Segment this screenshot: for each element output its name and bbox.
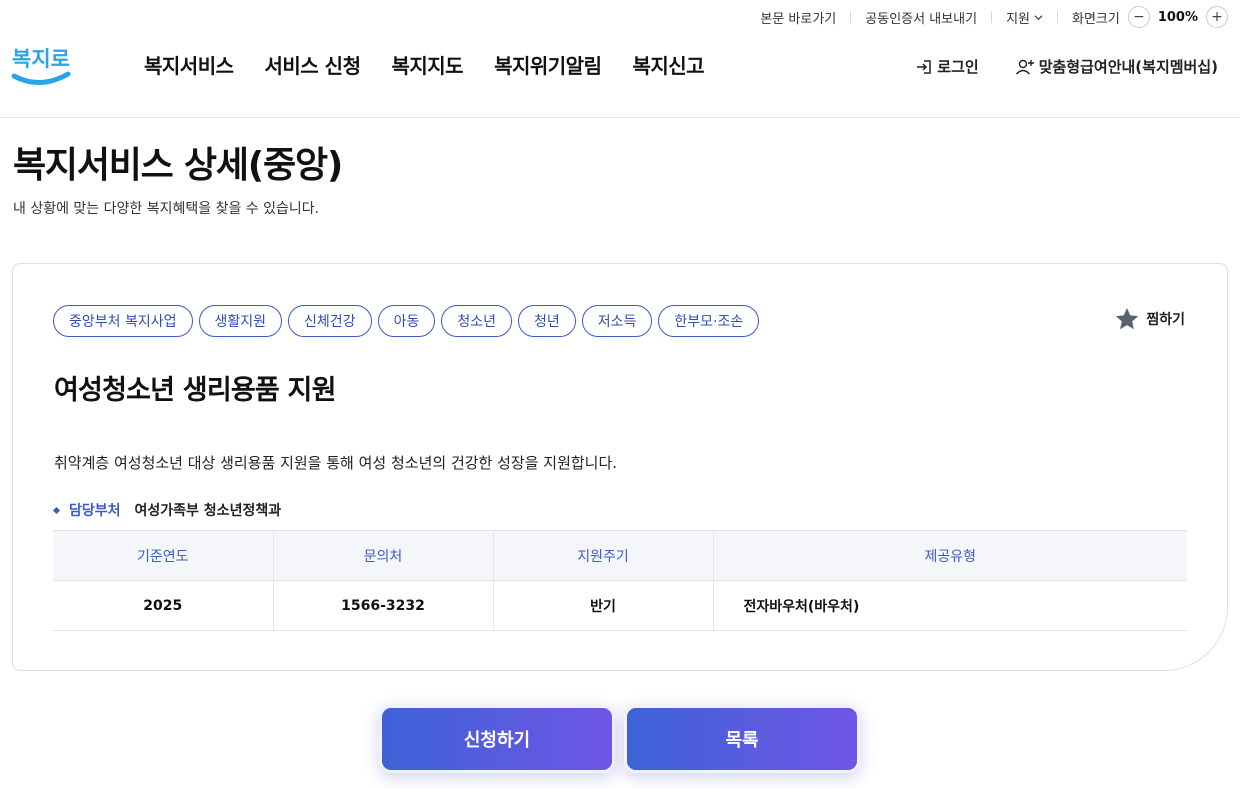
tag-list: 중앙부처 복지사업 생활지원 신체건강 아동 청소년 청년 저소득 한부모·조손 [53,305,760,337]
divider [850,11,852,23]
chevron-down-icon [1034,14,1043,20]
nav-welfare-services[interactable]: 복지서비스 [144,50,234,79]
tag-physical-health[interactable]: 신체건강 [288,305,372,337]
table-row: 2025 1566-3232 반기 전자바우처(바우처) [53,580,1187,631]
tag-child[interactable]: 아동 [377,305,436,337]
cell-contact: 1566-3232 [273,580,494,631]
support-label: 지원 [1006,11,1030,27]
membership-label: 맞춤형급여안내(복지멤버십) [1038,58,1218,76]
login-label: 로그인 [937,58,979,76]
utility-bar: 본문 바로가기 공동인증서 내보내기 지원 화면크기 − 100% + [760,0,1228,34]
header-actions: 로그인 맞춤형급여안내(복지멤버십) [915,56,1218,77]
service-info-table: 기준연도 문의처 지원주기 제공유형 2025 1566-3232 반기 전자바… [53,530,1187,631]
nav-crisis-alert[interactable]: 복지위기알림 [494,50,602,79]
nav-welfare-map[interactable]: 복지지도 [391,50,463,79]
service-title: 여성청소년 생리용품 지원 [54,375,336,406]
header-support-cycle: 지원주기 [493,530,714,581]
tag-single-parent[interactable]: 한부모·조손 [658,305,760,337]
header-provision-type: 제공유형 [713,530,1187,581]
divider [1056,11,1058,23]
cell-support-cycle: 반기 [493,580,714,631]
user-plus-icon [1015,59,1034,74]
tag-living-support[interactable]: 생활지원 [198,305,283,337]
header-base-year: 기준연도 [53,530,274,581]
zoom-out-button[interactable]: − [1127,6,1150,28]
star-icon [1116,307,1139,330]
zoom-value: 100% [1157,9,1198,25]
zoom-label: 화면크기 [1071,11,1120,27]
department-row: 담당부처 여성가족부 청소년정책과 [52,500,282,520]
nav-welfare-report[interactable]: 복지신고 [632,50,704,79]
tag-youth[interactable]: 청소년 [441,305,512,337]
header-divider [0,117,1240,118]
main-nav: 복지서비스 서비스 신청 복지지도 복지위기알림 복지신고 [144,50,705,79]
membership-link[interactable]: 맞춤형급여안내(복지멤버십) [1015,56,1218,77]
page-subtitle: 내 상황에 맞는 다양한 복지혜택을 찾을 수 있습니다. [13,201,320,217]
cell-provision-type: 전자바우처(바우처) [713,580,1187,631]
header-contact: 문의처 [273,530,494,581]
bullet-icon [52,506,61,514]
favorite-label: 찜하기 [1146,312,1185,328]
page-title: 복지서비스 상세(중앙) [13,145,343,186]
tag-young-adult[interactable]: 청년 [517,305,576,337]
logo-smile-icon [11,71,71,85]
zoom-in-button[interactable]: + [1206,6,1228,28]
cert-export-link[interactable]: 공동인증서 내보내기 [865,0,977,34]
login-button[interactable]: 로그인 [915,56,979,77]
favorite-button[interactable]: 찜하기 [1114,306,1185,332]
table-header-row: 기준연도 문의처 지원주기 제공유형 [53,530,1187,581]
bokjiro-logo[interactable]: 복지로 [10,36,74,92]
nav-service-apply[interactable]: 서비스 신청 [265,50,361,79]
service-description: 취약계층 여성청소년 대상 생리용품 지원을 통해 여성 청소년의 건강한 성장… [54,454,618,472]
tag-central-ministry[interactable]: 중앙부처 복지사업 [53,305,193,337]
tag-low-income[interactable]: 저소득 [581,305,653,337]
list-button[interactable]: 목록 [624,705,860,773]
zoom-control: 화면크기 − 100% + [1072,0,1228,34]
divider [991,11,993,23]
apply-button[interactable]: 신청하기 [379,705,615,773]
support-dropdown[interactable]: 지원 [1006,0,1043,34]
login-icon [917,59,932,74]
logo-text: 복지로 [12,47,70,71]
skip-to-content-link[interactable]: 본문 바로가기 [760,0,836,34]
department-label: 담당부처 [69,503,121,519]
service-detail-card: 중앙부처 복지사업 생활지원 신체건강 아동 청소년 청년 저소득 한부모·조손… [12,263,1228,671]
department-value: 여성가족부 청소년정책과 [134,503,282,519]
cell-base-year: 2025 [53,580,274,631]
